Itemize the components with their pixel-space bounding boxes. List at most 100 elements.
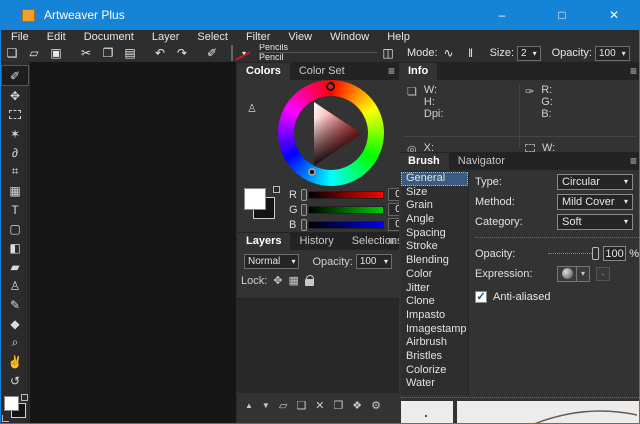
- copy-icon[interactable]: ❐: [100, 46, 116, 60]
- brush-category-impasto[interactable]: Impasto: [401, 309, 468, 323]
- menu-document[interactable]: Document: [84, 31, 134, 43]
- lock-pixels-icon[interactable]: ▦: [289, 274, 299, 287]
- brush-category-airbrush[interactable]: Airbrush: [401, 336, 468, 350]
- mosaic-tool-icon[interactable]: ▦: [1, 181, 29, 200]
- menu-window[interactable]: Window: [330, 31, 369, 43]
- sv-triangle[interactable]: [294, 96, 368, 170]
- eraser-tool-icon[interactable]: ▰: [1, 257, 29, 276]
- layer-effects-icon[interactable]: ❖: [352, 399, 362, 412]
- brush-category-bristles[interactable]: Bristles: [401, 350, 468, 364]
- brush-category-general[interactable]: General: [401, 172, 468, 186]
- hue-selector-dot[interactable]: [326, 82, 335, 91]
- menu-edit[interactable]: Edit: [47, 31, 66, 43]
- layers-menu-icon[interactable]: ≡: [388, 234, 395, 248]
- undo-icon[interactable]: ↶: [152, 46, 168, 60]
- blue-slider-handle[interactable]: [301, 219, 307, 231]
- menu-layer[interactable]: Layer: [152, 31, 180, 43]
- tab-navigator[interactable]: Navigator: [449, 153, 514, 170]
- expression-chevron-icon[interactable]: ▾: [577, 266, 590, 282]
- brush-category-blending[interactable]: Blending: [401, 254, 468, 268]
- new-layer-icon[interactable]: ❏: [296, 399, 306, 412]
- toggle-panels-icon[interactable]: ◫: [380, 46, 396, 60]
- expression-button[interactable]: [557, 266, 577, 282]
- brush-category-jitter[interactable]: Jitter: [401, 282, 468, 296]
- brush-category-color[interactable]: Color: [401, 268, 468, 282]
- save-icon[interactable]: ▣: [48, 46, 64, 60]
- rect-select-tool-icon[interactable]: [1, 105, 29, 124]
- brush-preview-thumbnail[interactable]: [231, 45, 233, 61]
- type-dropdown[interactable]: Circular ▾: [557, 174, 633, 190]
- brush-category-grain[interactable]: Grain: [401, 199, 468, 213]
- new-group-icon[interactable]: ▱: [279, 399, 287, 412]
- brush-category-stroke[interactable]: Stroke: [401, 240, 468, 254]
- lasso-tool-icon[interactable]: ∂: [1, 143, 29, 162]
- lock-position-icon[interactable]: ✥: [273, 274, 282, 287]
- foreground-color-swatch[interactable]: [4, 396, 19, 411]
- menu-view[interactable]: View: [288, 31, 312, 43]
- tab-colors[interactable]: Colors: [237, 63, 290, 80]
- red-slider-track[interactable]: [308, 191, 384, 199]
- magic-wand-tool-icon[interactable]: ✶: [1, 124, 29, 143]
- size-dropdown[interactable]: 2 ▾: [517, 46, 541, 61]
- fill-tool-icon[interactable]: ◆: [1, 314, 29, 333]
- layer-settings-icon[interactable]: ⚙: [371, 399, 381, 412]
- antialiased-checkbox[interactable]: ✓: [475, 291, 487, 303]
- brush-category-colorize[interactable]: Colorize: [401, 364, 468, 378]
- opacity-dropdown[interactable]: 100 ▾: [595, 46, 630, 61]
- paste-icon[interactable]: ▤: [122, 46, 138, 60]
- text-tool-icon[interactable]: T: [1, 200, 29, 219]
- shape-tool-icon[interactable]: ▢: [1, 219, 29, 238]
- tab-color-set[interactable]: Color Set: [290, 63, 354, 80]
- menu-filter[interactable]: Filter: [246, 31, 270, 43]
- brush-category-size[interactable]: Size: [401, 186, 468, 200]
- swap-colors-icon[interactable]: [21, 394, 28, 401]
- green-slider-handle[interactable]: [301, 204, 307, 216]
- pencil-tool-icon[interactable]: ✎: [1, 295, 29, 314]
- slider-handle[interactable]: [592, 247, 599, 260]
- redo-icon[interactable]: ↷: [174, 46, 190, 60]
- blend-mode-dropdown[interactable]: Normal ▾: [244, 254, 299, 269]
- maximize-button[interactable]: □: [545, 0, 579, 30]
- reset-colors-icon[interactable]: [2, 415, 9, 422]
- tab-brush[interactable]: Brush: [399, 153, 449, 170]
- hue-ring[interactable]: [278, 80, 384, 186]
- method-dropdown[interactable]: Mild Cover ▾: [557, 194, 633, 210]
- info-menu-icon[interactable]: ≡: [630, 64, 637, 78]
- minimize-button[interactable]: –: [485, 0, 519, 30]
- swap-colors-icon[interactable]: [273, 186, 280, 193]
- cut-icon[interactable]: ✂: [78, 46, 94, 60]
- gradient-tool-icon[interactable]: ◧: [1, 238, 29, 257]
- brush-category-water[interactable]: Water: [401, 377, 468, 391]
- rotate-tool-icon[interactable]: ↺: [1, 371, 29, 390]
- duplicate-layer-icon[interactable]: ❐: [333, 399, 343, 412]
- menu-help[interactable]: Help: [387, 31, 410, 43]
- lock-all-icon[interactable]: [305, 279, 314, 286]
- close-button[interactable]: ✕: [597, 0, 631, 30]
- tab-info[interactable]: Info: [399, 63, 437, 80]
- delete-layer-icon[interactable]: ✕: [315, 399, 324, 412]
- brush-tool-icon[interactable]: ✐: [1, 65, 29, 86]
- layer-opacity-dropdown[interactable]: 100 ▾: [356, 254, 392, 269]
- brush-category-spacing[interactable]: Spacing: [401, 227, 468, 241]
- brush-category-angle[interactable]: Angle: [401, 213, 468, 227]
- sv-selector-dot[interactable]: [308, 168, 316, 176]
- tab-history[interactable]: History: [290, 233, 342, 250]
- green-slider-track[interactable]: [308, 206, 384, 214]
- brush-category-imagestamp[interactable]: Imagestamp: [401, 323, 468, 337]
- brush-edit-icon[interactable]: ✐: [204, 46, 220, 60]
- move-layer-down-icon[interactable]: ▼: [262, 401, 270, 410]
- move-tool-icon[interactable]: ✥: [1, 86, 29, 105]
- stamp-icon[interactable]: ♙: [247, 102, 257, 115]
- blue-slider-track[interactable]: [308, 221, 384, 229]
- red-slider-handle[interactable]: [301, 189, 307, 201]
- color-wheel[interactable]: [278, 80, 384, 186]
- tab-layers[interactable]: Layers: [237, 233, 290, 250]
- move-layer-up-icon[interactable]: ▲: [245, 401, 253, 410]
- layer-list[interactable]: [237, 298, 399, 393]
- brush-opacity-value[interactable]: 100: [603, 246, 626, 261]
- open-icon[interactable]: ▱: [26, 46, 42, 60]
- crop-tool-icon[interactable]: ⌗: [1, 162, 29, 181]
- brush-menu-icon[interactable]: ≡: [630, 154, 637, 168]
- new-file-icon[interactable]: ❏: [4, 46, 20, 60]
- stamp-tool-icon[interactable]: ♙: [1, 276, 29, 295]
